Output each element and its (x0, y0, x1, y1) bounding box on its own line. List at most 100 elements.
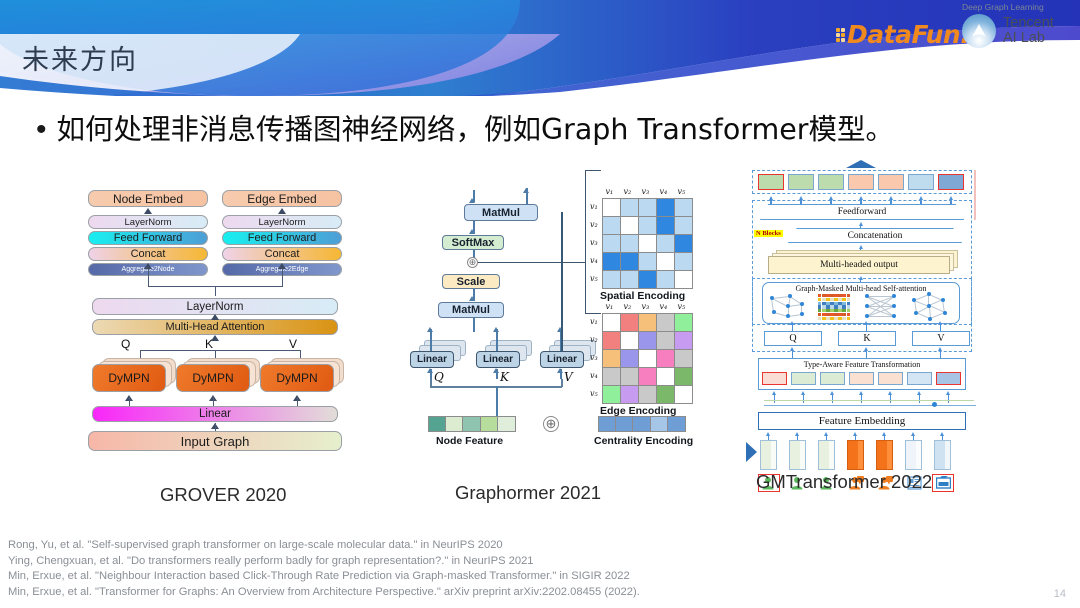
matrix-cell (603, 217, 620, 234)
grover-dympn-box: DyMPN (260, 364, 334, 392)
gmt-type-cell (936, 372, 961, 385)
matrix-caption: Spatial Encoding (600, 290, 686, 302)
ailab-label: AI Lab (1003, 30, 1045, 46)
matrix-cell (621, 235, 638, 252)
gmt-top-arrow-icon (846, 160, 876, 168)
grover-arrow (144, 208, 152, 214)
gmt-type-cell (820, 372, 845, 385)
graphormer-arrow (557, 368, 563, 373)
page-title: 未来方向 (22, 45, 138, 76)
graphormer-arrow (427, 368, 433, 373)
datafun-dots-icon (836, 27, 845, 42)
graphormer-op-box: Scale (442, 274, 500, 289)
matrix-cell (675, 332, 692, 349)
grover-linear-box: Linear (92, 406, 338, 422)
gmt-line (861, 395, 863, 403)
graphormer-connector (430, 329, 432, 351)
matrix-cell (657, 271, 674, 288)
matrix-col-label: v₁ (605, 302, 614, 311)
matrix-cell (675, 271, 692, 288)
matrix-cell (639, 271, 656, 288)
matrix-row-label: v₄ (590, 370, 598, 380)
gmt-output-cell (758, 174, 784, 190)
grover-left-box: Node Embed (88, 190, 208, 207)
grover-input-stem (215, 423, 217, 431)
graphormer-sum-icon: ⊕ (543, 416, 559, 432)
graphormer-qkv-label: K (500, 370, 509, 384)
gmt-feature-bar (789, 440, 806, 470)
matrix-cell (675, 253, 692, 270)
graphormer-op-box: MatMul (464, 204, 538, 221)
matrix-col-label: v₅ (677, 187, 686, 196)
graphormer-enc-line (585, 170, 601, 172)
figure-grover: Node EmbedLayerNormFeed ForwardConcatAgg… (88, 190, 348, 480)
matrix-cell (639, 350, 656, 367)
gmt-line (890, 395, 892, 403)
graphormer-arrow (469, 198, 475, 203)
node-feature-cell (497, 417, 515, 431)
grover-arrow (278, 208, 286, 214)
matrix-cell (621, 314, 638, 331)
matrix-col-label: v₃ (641, 187, 650, 196)
matrix-cell (603, 386, 620, 403)
grover-right-box: Edge Embed (222, 190, 342, 207)
matrix-cell (639, 368, 656, 385)
node-feature-cell (446, 417, 464, 431)
tencent-label: Tencent (1003, 15, 1054, 31)
graphormer-linear-box: Linear (476, 351, 520, 368)
grover-arrow (211, 335, 219, 341)
matrix-col-label: v₅ (677, 302, 686, 311)
gmt-feature-bar (847, 440, 864, 470)
graphormer-arrow (523, 188, 529, 193)
matrix-col-label: v₂ (623, 187, 632, 196)
matrix-cell (657, 235, 674, 252)
grover-join-stem (215, 286, 217, 296)
matrix-cell (675, 368, 692, 385)
matrix-cell (657, 199, 674, 216)
caption-grover: GROVER 2020 (160, 484, 287, 505)
graphormer-linear-box: Linear (410, 351, 454, 368)
graphormer-arrow (493, 368, 499, 373)
matrix-cell (639, 235, 656, 252)
node-feature-cell (429, 417, 447, 431)
matrix-cell (657, 368, 674, 385)
gmt-skip-dot (932, 402, 937, 407)
graphormer-enc-line (585, 313, 601, 315)
grover-left-box: Concat (88, 247, 208, 261)
deep-graph-learning-label: Deep Graph Learning (962, 2, 1044, 12)
gmt-output-cell (788, 174, 814, 190)
graphormer-qkv-rail (430, 379, 432, 387)
gmt-output-cell (938, 174, 964, 190)
gmt-line (832, 395, 834, 403)
graphormer-arrow (469, 296, 475, 301)
reference-item: Ying, Chengxuan, et al. "Do transformers… (8, 554, 534, 567)
gmt-line (948, 395, 950, 403)
matrix-col-label: v₂ (623, 302, 632, 311)
matrix-cell (621, 217, 638, 234)
node-feature-label: Node Feature (436, 435, 504, 447)
matrix-col-label: v₁ (605, 187, 614, 196)
matrix-cell (675, 386, 692, 403)
tencent-mark-icon (962, 14, 996, 48)
matrix-row-label: v₂ (590, 334, 598, 344)
matrix-cell (603, 314, 620, 331)
matrix-cell (657, 386, 674, 403)
grover-dympn-stem (213, 397, 215, 406)
graphormer-arrow (469, 229, 475, 234)
gmt-skip-rail (764, 400, 974, 401)
graphormer-connector (496, 329, 498, 351)
bullet-marker: • (36, 113, 47, 146)
node-feature-cell (480, 417, 498, 431)
matrix-cell (675, 199, 692, 216)
grover-shared-box: LayerNorm (92, 298, 338, 315)
caption-gmtransformer: GMTransformer 2022 (756, 471, 933, 492)
bullet-text: 如何处理非消息传播图神经网络，例如Graph Transformer模型。 (56, 113, 895, 146)
grover-left-box: Feed Forward (88, 231, 208, 245)
gmt-feature-bar (760, 440, 777, 470)
gmt-right-accent (974, 170, 976, 220)
datafun-logo-text: DataFun. (847, 20, 970, 49)
graphormer-qkv-rail (496, 386, 498, 416)
grover-qkv-label: V (289, 337, 298, 351)
matrix-cell (621, 332, 638, 349)
matrix-row-label: v₃ (590, 352, 598, 362)
